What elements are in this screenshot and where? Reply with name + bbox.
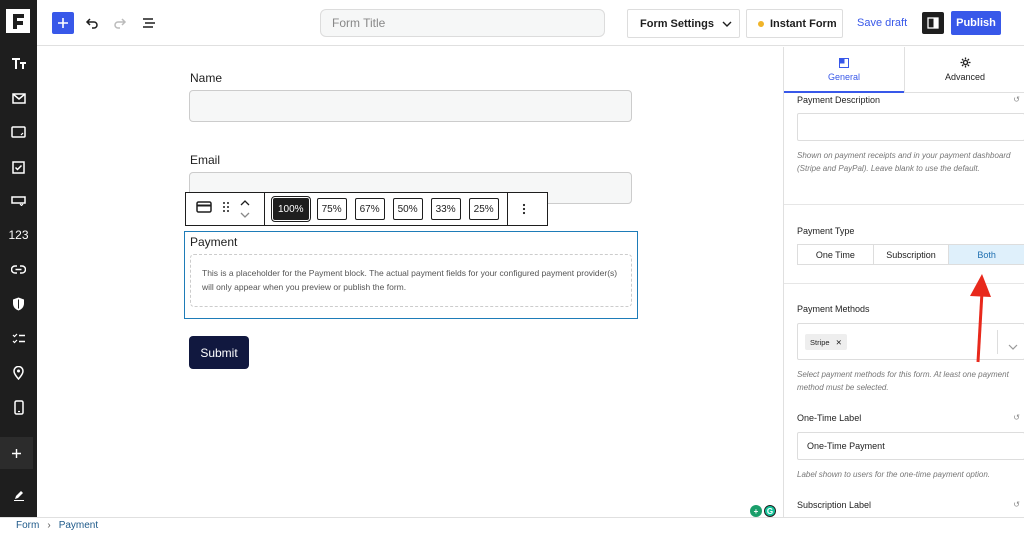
move-down-icon[interactable] [240,212,250,218]
undo-icon [85,18,98,29]
width-options: 100% 75% 67% 50% 33% 25% [265,193,507,225]
width-33-button[interactable]: 33% [430,198,461,220]
general-tab-icon [839,57,849,68]
chevron-down-icon [722,21,732,27]
save-draft-button[interactable]: Save draft [857,17,907,29]
list-view-icon [143,18,155,28]
drag-handle-icon[interactable] [222,200,230,218]
payment-type-both[interactable]: Both [949,245,1024,264]
add-block-icon[interactable] [0,437,33,469]
tab-general[interactable]: General [784,47,904,93]
one-time-label-input[interactable]: One-Time Payment [797,432,1024,460]
remove-chip-icon[interactable]: ✕ [836,338,842,347]
textarea-field-icon[interactable] [0,120,37,144]
reset-icon[interactable]: ↺ [1013,500,1020,509]
payment-description-help: Shown on payment receipts and in your pa… [797,151,1011,173]
reset-icon[interactable]: ↺ [1013,95,1020,104]
checkbox-field-icon[interactable] [0,155,37,179]
payment-placeholder-text: This is a placeholder for the Payment bl… [190,254,632,307]
payment-type-subscription[interactable]: Subscription [874,245,950,264]
width-25-button[interactable]: 25% [468,198,499,220]
tab-advanced[interactable]: Advanced [905,47,1024,92]
form-title-input[interactable]: Form Title [320,9,605,37]
width-75-button[interactable]: 75% [316,198,347,220]
sidebar-tabs: General Advanced [784,47,1024,93]
chevron-down-icon[interactable] [1008,337,1018,355]
payment-type-label: Payment Type [797,226,855,236]
payment-description-label: Payment Description [797,95,881,105]
block-toolbar: 100% 75% 67% 50% 33% 25% [185,192,548,226]
email-field-icon[interactable] [0,86,37,110]
extension-add-icon[interactable]: + [750,505,762,517]
subscription-label-title: Subscription Label [797,500,872,510]
name-input[interactable] [189,90,632,122]
payment-block[interactable]: Payment This is a placeholder for the Pa… [184,231,638,319]
block-options-button[interactable] [508,193,540,225]
instant-form-label: Instant Form [770,17,837,30]
text-field-icon[interactable] [0,51,37,75]
width-67-button[interactable]: 67% [354,198,385,220]
breadcrumb: Form › Payment [0,517,1024,533]
instant-form-button[interactable]: Instant Form [746,9,843,38]
redo-button[interactable] [109,12,131,34]
plus-icon [58,18,68,28]
payment-type-selector: One Time Subscription Both [797,244,1024,265]
breadcrumb-form[interactable]: Form [16,520,39,531]
select-divider [997,330,998,354]
url-field-icon[interactable] [0,257,37,281]
width-100-button[interactable]: 100% [271,196,311,222]
one-time-label-help: Label shown to users for the one-time pa… [797,470,990,479]
pen-icon[interactable] [0,483,37,507]
email-field-label: Email [190,153,221,167]
one-time-label-title: One-Time Label [797,413,862,423]
top-toolbar: Form Title Form Settings Instant Form Sa… [37,0,1024,46]
name-field-label: Name [190,71,223,85]
section-divider [784,204,1024,205]
undo-button[interactable] [81,12,103,34]
move-up-icon[interactable] [240,200,250,206]
shield-icon[interactable] [0,292,37,316]
reset-icon[interactable]: ↺ [1013,413,1020,422]
payment-methods-label: Payment Methods [797,304,870,314]
redo-icon [114,18,127,29]
gear-icon [960,57,970,68]
settings-panel-toggle[interactable] [922,12,944,34]
publish-button[interactable]: Publish [951,11,1001,35]
payment-description-input[interactable] [797,113,1024,141]
tab-general-label: General [827,71,861,82]
payment-type-one-time[interactable]: One Time [798,245,874,264]
app-logo [3,5,33,37]
form-settings-label: Form Settings [640,17,714,30]
annotation-arrow-icon [970,274,991,363]
payment-block-title: Payment [190,235,238,249]
width-50-button[interactable]: 50% [392,198,423,220]
left-rail: 123 [0,0,37,517]
block-inserter-button[interactable] [52,12,74,34]
submit-button[interactable]: Submit [189,336,249,369]
breadcrumb-separator-icon: › [47,520,51,531]
payment-methods-help: Select payment methods for this form. At… [797,370,1009,392]
more-vertical-icon [522,203,525,215]
breadcrumb-payment[interactable]: Payment [59,520,98,531]
form-settings-button[interactable]: Form Settings [627,9,740,38]
payment-method-chip-label: Stripe [810,337,830,347]
number-field-icon[interactable]: 123 [0,223,37,247]
location-pin-icon[interactable] [0,361,37,385]
payment-method-chip: Stripe ✕ [805,334,847,350]
select-field-icon[interactable] [0,189,37,213]
document-overview-button[interactable] [138,12,160,34]
floating-extensions: + G [750,505,776,517]
checklist-icon[interactable] [0,326,37,350]
editor-canvas: Name Email 100% 75% 67% 50% 33% 25% Paym… [37,47,783,517]
grammarly-icon[interactable]: G [764,505,776,517]
phone-icon[interactable] [0,395,37,419]
sidebar-icon [927,17,939,29]
payment-block-type-icon[interactable] [196,200,212,218]
tab-advanced-label: Advanced [944,72,986,82]
status-dot-icon [758,20,764,27]
